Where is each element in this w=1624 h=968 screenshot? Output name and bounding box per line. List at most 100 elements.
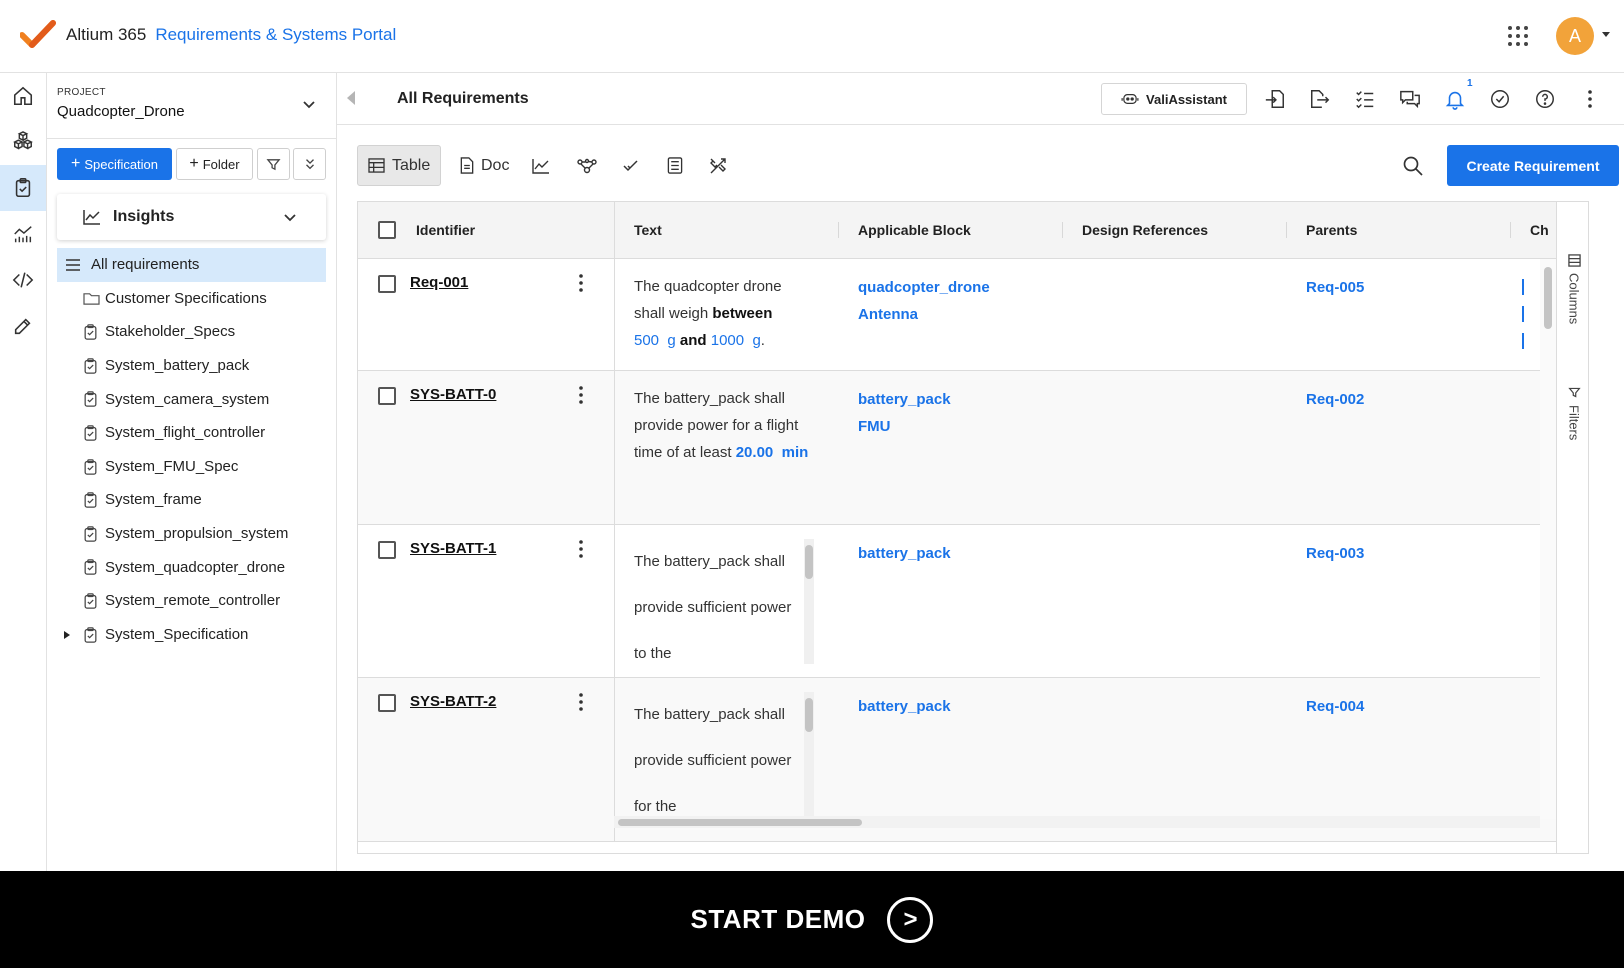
tree-item-system-remote-controller[interactable]: System_remote_controller: [57, 584, 326, 618]
notification-bell-icon[interactable]: [1443, 87, 1467, 111]
user-avatar[interactable]: A: [1556, 17, 1594, 55]
parameter-value[interactable]: 20.00: [736, 444, 774, 461]
vali-assistant-button[interactable]: ValiAssistant: [1101, 83, 1247, 115]
chevron-down-icon[interactable]: [282, 210, 298, 226]
row-checkbox[interactable]: [378, 694, 396, 712]
column-header-identifier[interactable]: Identifier: [416, 222, 475, 238]
requirement-text[interactable]: The battery_pack shall provide power for…: [634, 385, 824, 466]
applicable-block-link[interactable]: FMU: [858, 418, 891, 435]
blocks-icon[interactable]: [0, 119, 46, 165]
parameter-value[interactable]: 500: [634, 332, 659, 349]
text-scrollbar[interactable]: [804, 539, 814, 664]
doc-view-tab[interactable]: Doc: [460, 145, 509, 186]
column-resize-handle[interactable]: [1062, 222, 1063, 238]
applicable-block-link[interactable]: quadcopter_drone: [858, 279, 990, 296]
parameter-unit[interactable]: g: [667, 332, 675, 349]
text-scrollbar-thumb[interactable]: [805, 545, 813, 579]
requirement-id-link[interactable]: SYS-BATT-0: [410, 386, 496, 403]
table-row[interactable]: SYS-BATT-0 The battery_pack shall provid…: [358, 371, 1588, 525]
row-checkbox[interactable]: [378, 387, 396, 405]
form-view-tab[interactable]: [667, 145, 683, 186]
row-menu-icon[interactable]: [578, 385, 584, 405]
tree-item-system-camera-system[interactable]: System_camera_system: [57, 382, 326, 416]
parameter-unit[interactable]: g: [752, 332, 760, 349]
row-menu-icon[interactable]: [578, 692, 584, 712]
tree-item-stakeholder-specs[interactable]: Stakeholder_Specs: [57, 315, 326, 349]
requirement-id-link[interactable]: Req-001: [410, 274, 468, 291]
tree-item-system-propulsion-system[interactable]: System_propulsion_system: [57, 517, 326, 551]
applicable-block-link[interactable]: battery_pack: [858, 698, 951, 715]
chart-view-tab[interactable]: [532, 145, 550, 186]
project-selector[interactable]: PROJECT Quadcopter_Drone: [47, 73, 336, 139]
export-icon[interactable]: [1308, 87, 1332, 111]
table-row[interactable]: SYS-BATT-1 The battery_pack shall provid…: [358, 525, 1588, 678]
column-resize-handle[interactable]: [1286, 222, 1287, 238]
collapse-sidebar-icon[interactable]: [347, 91, 355, 105]
create-requirement-button[interactable]: Create Requirement: [1447, 145, 1619, 186]
insights-panel[interactable]: Insights: [57, 194, 326, 240]
comments-icon[interactable]: [1398, 87, 1422, 111]
table-row[interactable]: Req-001 The quadcopter drone shall weigh…: [358, 259, 1588, 371]
import-icon[interactable]: [1263, 87, 1287, 111]
app-grid-icon[interactable]: [1506, 24, 1530, 48]
tools-icon[interactable]: [0, 303, 46, 349]
brand[interactable]: Altium 365 Requirements & Systems Portal: [20, 20, 396, 50]
tree-item-system-fmu-spec[interactable]: System_FMU_Spec: [57, 450, 326, 484]
applicable-block-link[interactable]: battery_pack: [858, 545, 951, 562]
filter-button[interactable]: [257, 148, 290, 180]
parent-requirement-link[interactable]: Req-002: [1306, 391, 1364, 408]
more-vertical-icon[interactable]: [1578, 87, 1602, 111]
parameter-unit[interactable]: min: [782, 444, 809, 461]
requirement-id-link[interactable]: SYS-BATT-1: [410, 540, 496, 557]
parent-requirement-link[interactable]: Req-005: [1306, 279, 1364, 296]
expand-caret-icon[interactable]: [64, 630, 70, 639]
column-resize-handle[interactable]: [1510, 222, 1511, 238]
analytics-icon[interactable]: [0, 211, 46, 257]
horizontal-scrollbar-thumb[interactable]: [618, 819, 862, 826]
search-icon[interactable]: [1403, 156, 1423, 176]
requirements-icon[interactable]: [0, 165, 46, 211]
row-checkbox[interactable]: [378, 275, 396, 293]
filters-panel-toggle[interactable]: Filters: [1561, 386, 1587, 440]
checklist-icon[interactable]: [1353, 87, 1377, 111]
parameter-value[interactable]: 1000: [711, 332, 744, 349]
requirement-text[interactable]: The quadcopter drone shall weigh between…: [634, 273, 824, 354]
text-scrollbar[interactable]: [804, 692, 814, 817]
parent-requirement-link[interactable]: Req-004: [1306, 698, 1364, 715]
tree-item-system-specification[interactable]: System_Specification: [57, 618, 326, 652]
add-specification-button[interactable]: + Specification: [57, 148, 172, 180]
home-icon[interactable]: [0, 73, 46, 119]
child-link-fragment[interactable]: [1522, 333, 1524, 349]
row-menu-icon[interactable]: [578, 539, 584, 559]
column-header-text[interactable]: Text: [634, 222, 662, 238]
column-resize-handle[interactable]: [838, 222, 839, 238]
row-checkbox[interactable]: [378, 541, 396, 559]
verification-view-tab[interactable]: [623, 145, 639, 186]
text-scrollbar-thumb[interactable]: [805, 698, 813, 732]
tree-item-system-flight-controller[interactable]: System_flight_controller: [57, 416, 326, 450]
applicable-block-link[interactable]: Antenna: [858, 306, 918, 323]
start-demo-banner[interactable]: START DEMO >: [0, 871, 1624, 968]
row-menu-icon[interactable]: [578, 273, 584, 293]
expand-all-button[interactable]: [293, 148, 326, 180]
column-header-applicable-block[interactable]: Applicable Block: [858, 222, 971, 238]
requirement-text[interactable]: The battery_pack shall provide sufficien…: [634, 539, 824, 664]
vertical-scrollbar-thumb[interactable]: [1544, 267, 1552, 329]
child-link-fragment[interactable]: [1522, 306, 1524, 322]
column-header-parents[interactable]: Parents: [1306, 222, 1357, 238]
child-link-fragment[interactable]: [1522, 279, 1524, 295]
design-tools-view-tab[interactable]: [709, 145, 727, 186]
column-header-design-references[interactable]: Design References: [1082, 222, 1208, 238]
columns-panel-toggle[interactable]: Columns: [1561, 254, 1587, 324]
tree-item-system-frame[interactable]: System_frame: [57, 483, 326, 517]
requirement-id-link[interactable]: SYS-BATT-2: [410, 693, 496, 710]
code-icon[interactable]: [0, 257, 46, 303]
horizontal-scrollbar[interactable]: [614, 816, 1540, 828]
table-view-tab[interactable]: Table: [357, 145, 442, 186]
traceability-view-tab[interactable]: [577, 145, 597, 186]
requirement-text[interactable]: The battery_pack shall provide sufficien…: [634, 692, 824, 817]
vertical-scrollbar[interactable]: [1540, 259, 1556, 819]
play-circle-icon[interactable]: >: [887, 896, 934, 943]
applicable-block-link[interactable]: battery_pack: [858, 391, 951, 408]
approval-check-icon[interactable]: [1488, 87, 1512, 111]
